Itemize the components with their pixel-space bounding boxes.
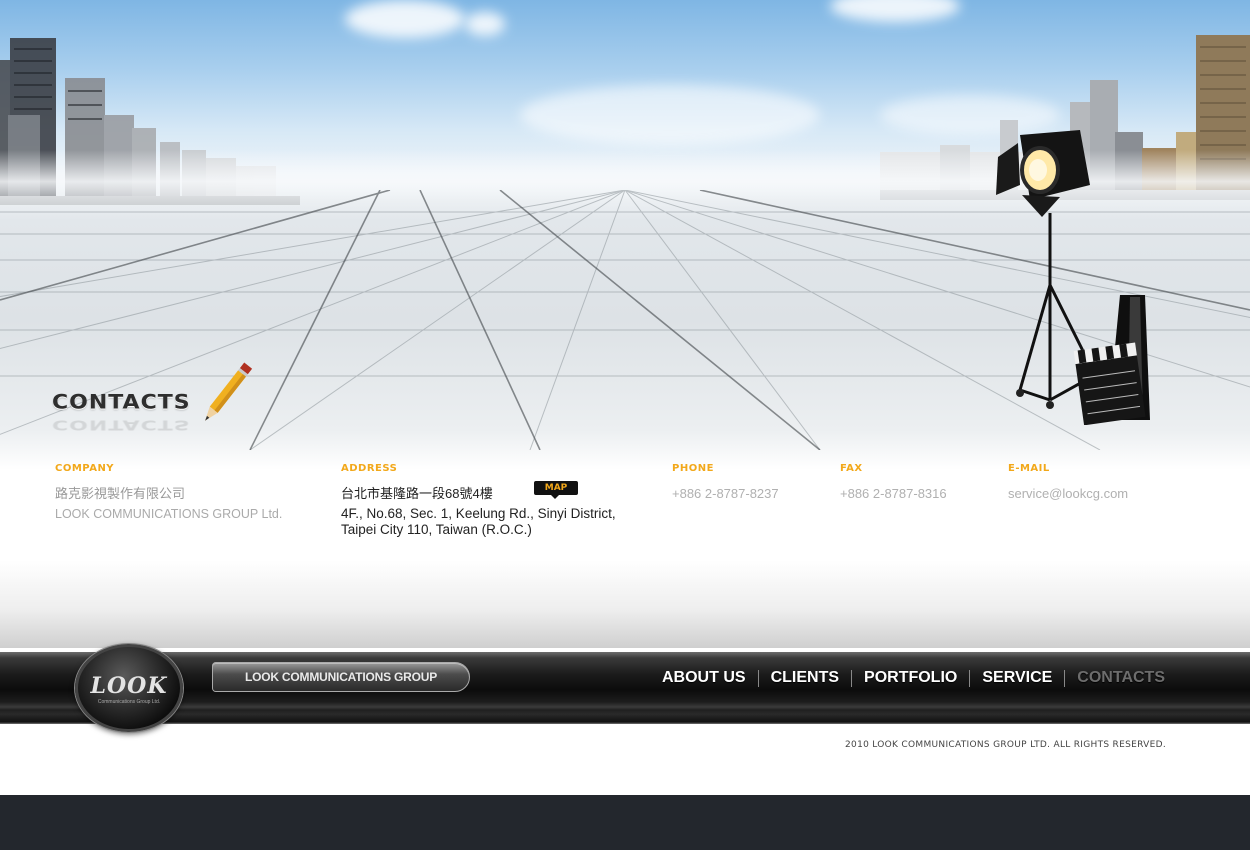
- cloud: [830, 0, 960, 22]
- nav-service[interactable]: SERVICE: [970, 669, 1064, 687]
- logo[interactable]: LOOK Communications Group Ltd.: [75, 644, 183, 732]
- fax-value: +886 2-8787-8316: [840, 486, 947, 501]
- footer-navbar: [0, 652, 1250, 724]
- logo-text: LOOK: [90, 673, 168, 699]
- phone-label: PHONE: [672, 463, 714, 474]
- email-label: E-MAIL: [1008, 463, 1050, 474]
- bottom-bar: [0, 795, 1250, 850]
- cloud: [520, 85, 820, 145]
- email-link[interactable]: service@lookcg.com: [1008, 483, 1128, 504]
- address-label: ADDRESS: [341, 463, 398, 474]
- page-title: CONTACTS: [52, 391, 191, 414]
- nav-contacts[interactable]: CONTACTS: [1065, 669, 1177, 687]
- cloud: [345, 0, 465, 38]
- pencil-icon: [205, 362, 253, 421]
- address-en-line-2: Taipei City 110, Taiwan (R.O.C.): [341, 522, 532, 537]
- nav-portfolio[interactable]: PORTFOLIO: [852, 669, 969, 687]
- nav-clients[interactable]: CLIENTS: [759, 669, 851, 687]
- email-column: E-MAIL service@lookcg.com: [1008, 463, 1128, 504]
- phone-column: PHONE +886 2-8787-8237: [672, 463, 779, 504]
- address-en-line-1: 4F., No.68, Sec. 1, Keelung Rd., Sinyi D…: [341, 506, 616, 521]
- page-title-reflection: CONTACTS: [52, 417, 191, 432]
- company-label: COMPANY: [55, 463, 115, 474]
- address-column: ADDRESS 台北市基隆路一段68號4樓 4F., No.68, Sec. 1…: [341, 463, 616, 538]
- phone-value: +886 2-8787-8237: [672, 486, 779, 501]
- fax-label: FAX: [840, 463, 863, 474]
- cloud: [465, 12, 505, 36]
- page: CONTACTS CONTACTS COMPANY 路克影視製作有限公司 LOO…: [0, 0, 1250, 850]
- fax-column: FAX +886 2-8787-8316: [840, 463, 947, 504]
- copyright-text: 2010 LOOK COMMUNICATIONS GROUP LTD. ALL …: [845, 740, 1166, 750]
- hero-stage: CONTACTS CONTACTS COMPANY 路克影視製作有限公司 LOO…: [0, 0, 1250, 795]
- group-name-badge: LOOK COMMUNICATIONS GROUP: [212, 662, 470, 692]
- spotlight-clapboard-illustration: [996, 130, 1150, 425]
- main-nav: ABOUT US CLIENTS PORTFOLIO SERVICE CONTA…: [650, 669, 1177, 687]
- company-name-zh: 路克影視製作有限公司: [55, 486, 186, 501]
- logo-subtext: Communications Group Ltd.: [97, 699, 161, 705]
- map-button[interactable]: MAP: [534, 481, 578, 499]
- nav-about-us[interactable]: ABOUT US: [650, 669, 758, 687]
- company-name-en: LOOK COMMUNICATIONS GROUP Ltd.: [55, 507, 283, 521]
- company-column: COMPANY 路克影視製作有限公司 LOOK COMMUNICATIONS G…: [55, 463, 282, 525]
